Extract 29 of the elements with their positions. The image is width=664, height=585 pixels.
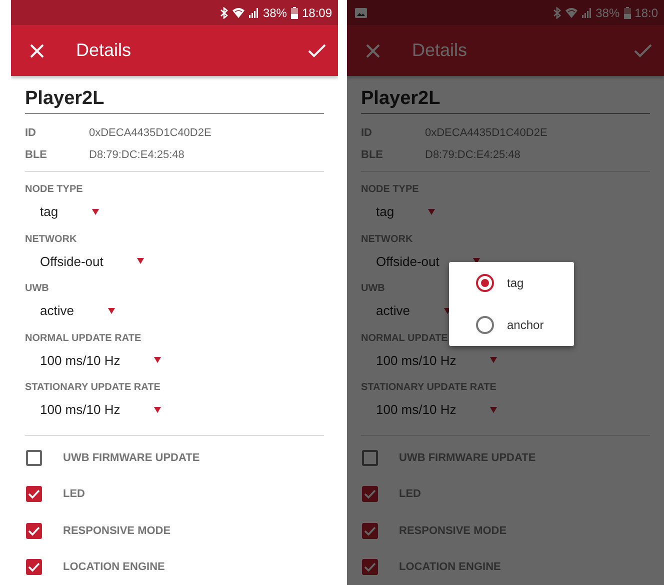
checkbox-label: LOCATION ENGINE xyxy=(63,561,165,574)
info-label: ID xyxy=(25,127,37,139)
checkbox-label: LED xyxy=(63,488,85,500)
dialog-option[interactable]: tag xyxy=(449,265,574,301)
battery-percentage: 38% xyxy=(596,6,620,20)
battery-percentage: 38% xyxy=(262,6,287,20)
name-field[interactable]: Player2L xyxy=(25,86,324,114)
field-label: NODE TYPE xyxy=(25,183,83,195)
checkbox-label: UWB FIRMWARE UPDATE xyxy=(63,452,200,464)
dialog-option[interactable]: anchor xyxy=(449,307,574,343)
info-value: D8:79:DC:E4:25:48 xyxy=(89,149,184,161)
clock-time: 18:09 xyxy=(302,6,332,20)
clock-time: 18:0 xyxy=(634,6,658,20)
info-label: BLE xyxy=(25,149,48,161)
dropdown-value[interactable]: 100 ms/10 Hz xyxy=(40,402,120,417)
screen-title: Details xyxy=(76,40,132,61)
info-value: 0xDECA4435D1C40D2E xyxy=(89,127,212,139)
dropdown-value[interactable]: active xyxy=(40,303,74,318)
field-label: NETWORK xyxy=(25,232,77,244)
screen-title: Details xyxy=(412,40,468,61)
checkbox-label: RESPONSIVE MODE xyxy=(63,524,171,537)
field-label: STATIONARY UPDATE RATE xyxy=(25,381,160,393)
dropdown-value[interactable]: tag xyxy=(40,204,58,219)
dropdown-value[interactable]: Offside-out xyxy=(40,254,104,268)
info-value: 0xDECA4435D1C40D2E xyxy=(425,127,548,139)
field-label: UWB xyxy=(25,282,49,294)
dropdown-value[interactable]: 100 ms/10 Hz xyxy=(40,352,120,368)
info-value: D8:79:DC:E4:25:48 xyxy=(425,149,520,161)
field-label: NORMAL UPDATE RATE xyxy=(25,332,142,344)
